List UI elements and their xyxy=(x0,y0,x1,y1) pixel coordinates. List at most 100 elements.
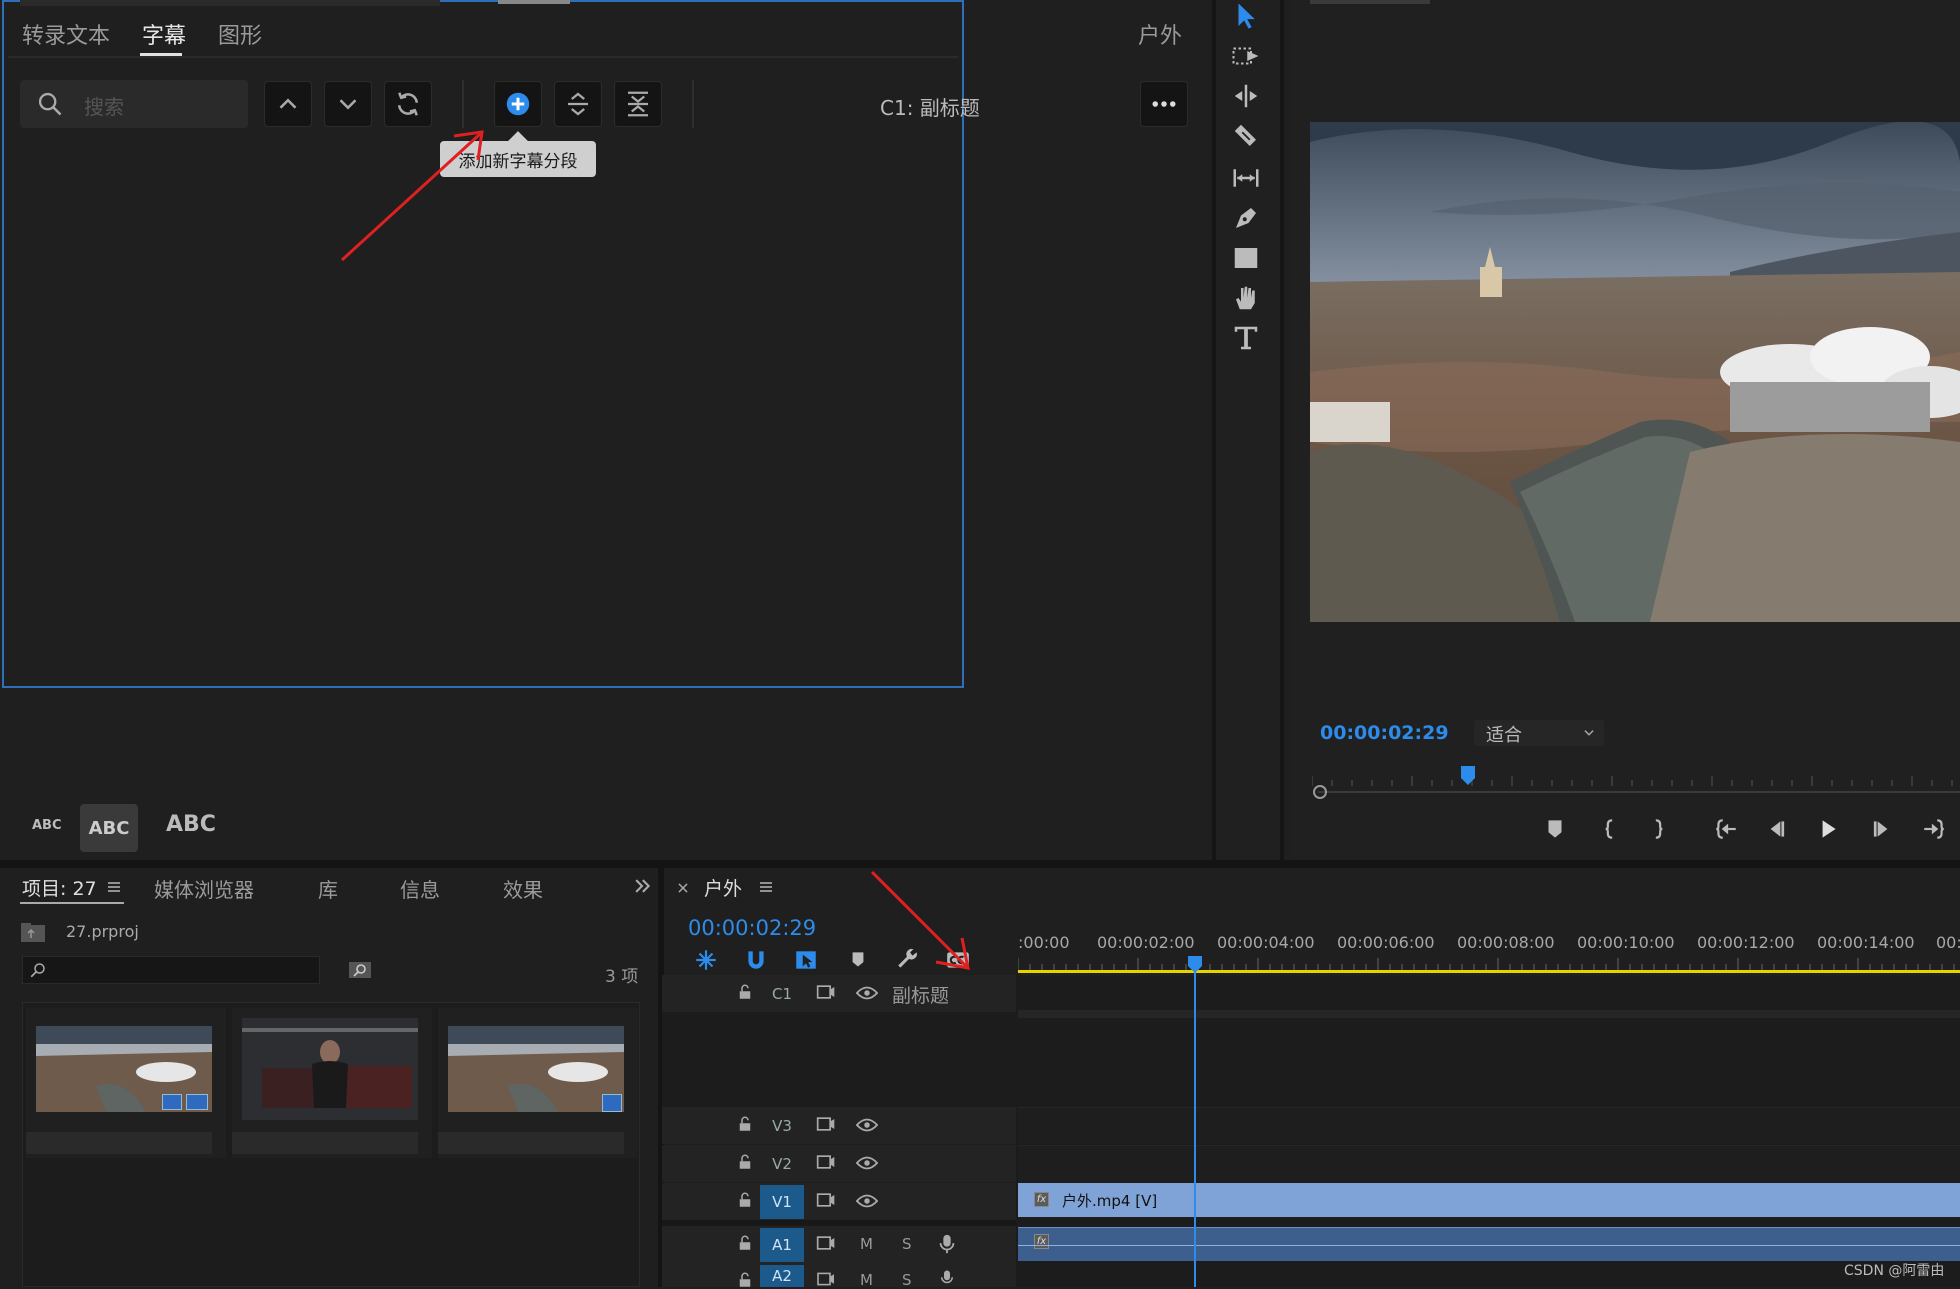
text-size-large[interactable]: ABC xyxy=(166,812,216,837)
mark-in-icon xyxy=(1605,819,1613,839)
program-timecode[interactable]: 00:00:02:29 xyxy=(1320,722,1449,744)
play-button[interactable] xyxy=(1808,812,1848,846)
microphone-icon[interactable] xyxy=(938,1269,956,1287)
close-icon[interactable] xyxy=(676,881,690,895)
step-back-button[interactable] xyxy=(1756,812,1796,846)
chevron-down-icon xyxy=(339,99,357,110)
track-name[interactable]: V3 xyxy=(760,1109,804,1143)
lock-icon[interactable] xyxy=(736,983,754,1001)
track-header-v2[interactable]: V2 xyxy=(662,1145,1016,1182)
project-clip-item[interactable] xyxy=(438,1008,638,1158)
lock-icon[interactable] xyxy=(736,1191,754,1209)
monitor-timeline-ruler[interactable] xyxy=(1312,766,1960,786)
project-clip-item[interactable] xyxy=(232,1008,432,1158)
timeline-sequence-tab[interactable]: 户外 xyxy=(704,874,742,901)
step-forward-button[interactable] xyxy=(1862,812,1902,846)
track-header-v3[interactable]: V3 xyxy=(662,1107,1016,1144)
previous-caption-button[interactable] xyxy=(264,81,312,127)
text-size-medium-button[interactable]: ABC xyxy=(80,804,138,852)
ruler-label: 00: xyxy=(1936,933,1960,952)
chevron-double-right-icon[interactable] xyxy=(632,876,652,896)
work-area-bar[interactable] xyxy=(1018,970,1960,973)
track-header-a1[interactable]: A1 M S xyxy=(662,1226,1016,1263)
go-to-in-button[interactable] xyxy=(1706,812,1746,846)
eye-icon[interactable] xyxy=(856,1154,878,1172)
text-size-small[interactable]: ABC xyxy=(32,818,62,833)
folder-up-icon[interactable] xyxy=(20,921,46,943)
ripple-edit-tool[interactable] xyxy=(1230,80,1262,112)
tab-libraries[interactable]: 库 xyxy=(318,874,338,903)
pen-tool[interactable] xyxy=(1230,202,1262,234)
lock-icon[interactable] xyxy=(736,1115,754,1133)
microphone-icon[interactable] xyxy=(938,1233,956,1255)
type-tool[interactable] xyxy=(1230,322,1262,354)
caption-search-box[interactable]: 搜索 xyxy=(20,80,248,128)
tab-project[interactable]: 项目: 27 xyxy=(22,874,97,901)
video-clip[interactable]: fx 户外.mp4 [V] xyxy=(1018,1183,1960,1217)
selection-tool[interactable] xyxy=(1230,0,1262,32)
eye-icon[interactable] xyxy=(856,1192,878,1210)
hand-tool[interactable] xyxy=(1230,282,1262,314)
ruler-label: 00:00:06:00 xyxy=(1337,933,1435,952)
track-output-icon[interactable] xyxy=(816,983,836,1001)
tab-media-browser[interactable]: 媒体浏览器 xyxy=(154,874,254,903)
eye-icon[interactable] xyxy=(856,1116,878,1134)
mute-button[interactable]: M xyxy=(860,1235,873,1253)
mark-in-button[interactable] xyxy=(1590,812,1630,846)
project-search-input[interactable] xyxy=(22,956,320,984)
slip-tool[interactable] xyxy=(1230,162,1262,194)
monitor-playhead[interactable] xyxy=(1460,766,1476,786)
razor-tool[interactable] xyxy=(1230,120,1262,152)
find-bin-icon[interactable] xyxy=(348,959,372,979)
track-select-tool[interactable] xyxy=(1230,40,1262,72)
merge-icon xyxy=(628,91,648,117)
go-to-out-button[interactable] xyxy=(1914,812,1954,846)
zoom-dropdown[interactable]: 适合 xyxy=(1474,720,1604,746)
add-marker-button[interactable] xyxy=(1535,812,1575,846)
merge-caption-button[interactable] xyxy=(614,81,662,127)
timeline-timecode[interactable]: 00:00:02:29 xyxy=(688,916,816,940)
tab-effects[interactable]: 效果 xyxy=(503,874,543,903)
monitor-scroll-track[interactable] xyxy=(1318,791,1960,793)
lock-icon[interactable] xyxy=(736,1153,754,1171)
lock-icon[interactable] xyxy=(736,1234,754,1252)
track-output-icon[interactable] xyxy=(816,1115,836,1133)
project-clip-item[interactable] xyxy=(26,1008,226,1158)
track-name[interactable]: C1 xyxy=(760,977,804,1011)
lock-icon[interactable] xyxy=(736,1271,754,1289)
tab-info[interactable]: 信息 xyxy=(400,874,440,903)
track-output-icon[interactable] xyxy=(816,1271,836,1287)
track-name[interactable]: V2 xyxy=(760,1147,804,1181)
track-header-c1[interactable]: C1 副标题 xyxy=(662,975,1016,1012)
track-name[interactable]: A2 xyxy=(760,1265,804,1287)
split-caption-button[interactable] xyxy=(554,81,602,127)
snap-button[interactable] xyxy=(738,942,774,978)
track-header-a2[interactable]: A2 M S xyxy=(662,1263,1016,1289)
track-select-icon xyxy=(1232,47,1259,65)
program-monitor-title-strip xyxy=(1310,0,1430,4)
track-name[interactable]: A1 xyxy=(760,1228,804,1262)
track-name[interactable]: V1 xyxy=(760,1185,804,1219)
track-output-icon[interactable] xyxy=(816,1153,836,1171)
nest-button[interactable] xyxy=(688,942,724,978)
add-caption-segment-button[interactable] xyxy=(494,81,542,127)
panel-menu-icon[interactable] xyxy=(106,879,122,895)
mute-button[interactable]: M xyxy=(860,1271,873,1289)
more-options-button[interactable] xyxy=(1140,81,1188,127)
monitor-scroll-handle[interactable] xyxy=(1313,785,1327,799)
tab-captions[interactable]: 字幕 xyxy=(142,18,186,50)
track-header-v1[interactable]: V1 xyxy=(662,1183,1016,1220)
audio-clip[interactable]: fx xyxy=(1018,1227,1960,1261)
solo-button[interactable]: S xyxy=(902,1235,912,1253)
linked-selection-button[interactable] xyxy=(788,942,824,978)
caption-header-divider xyxy=(8,56,958,58)
tab-transcript[interactable]: 转录文本 xyxy=(22,18,110,50)
track-output-icon[interactable] xyxy=(816,1234,836,1252)
track-output-icon[interactable] xyxy=(816,1191,836,1209)
panel-menu-icon[interactable] xyxy=(758,879,774,895)
tab-graphics[interactable]: 图形 xyxy=(218,18,262,50)
eye-icon[interactable] xyxy=(856,984,878,1002)
mark-out-button[interactable] xyxy=(1638,812,1678,846)
rectangle-tool[interactable] xyxy=(1230,242,1262,274)
solo-button[interactable]: S xyxy=(902,1271,912,1289)
